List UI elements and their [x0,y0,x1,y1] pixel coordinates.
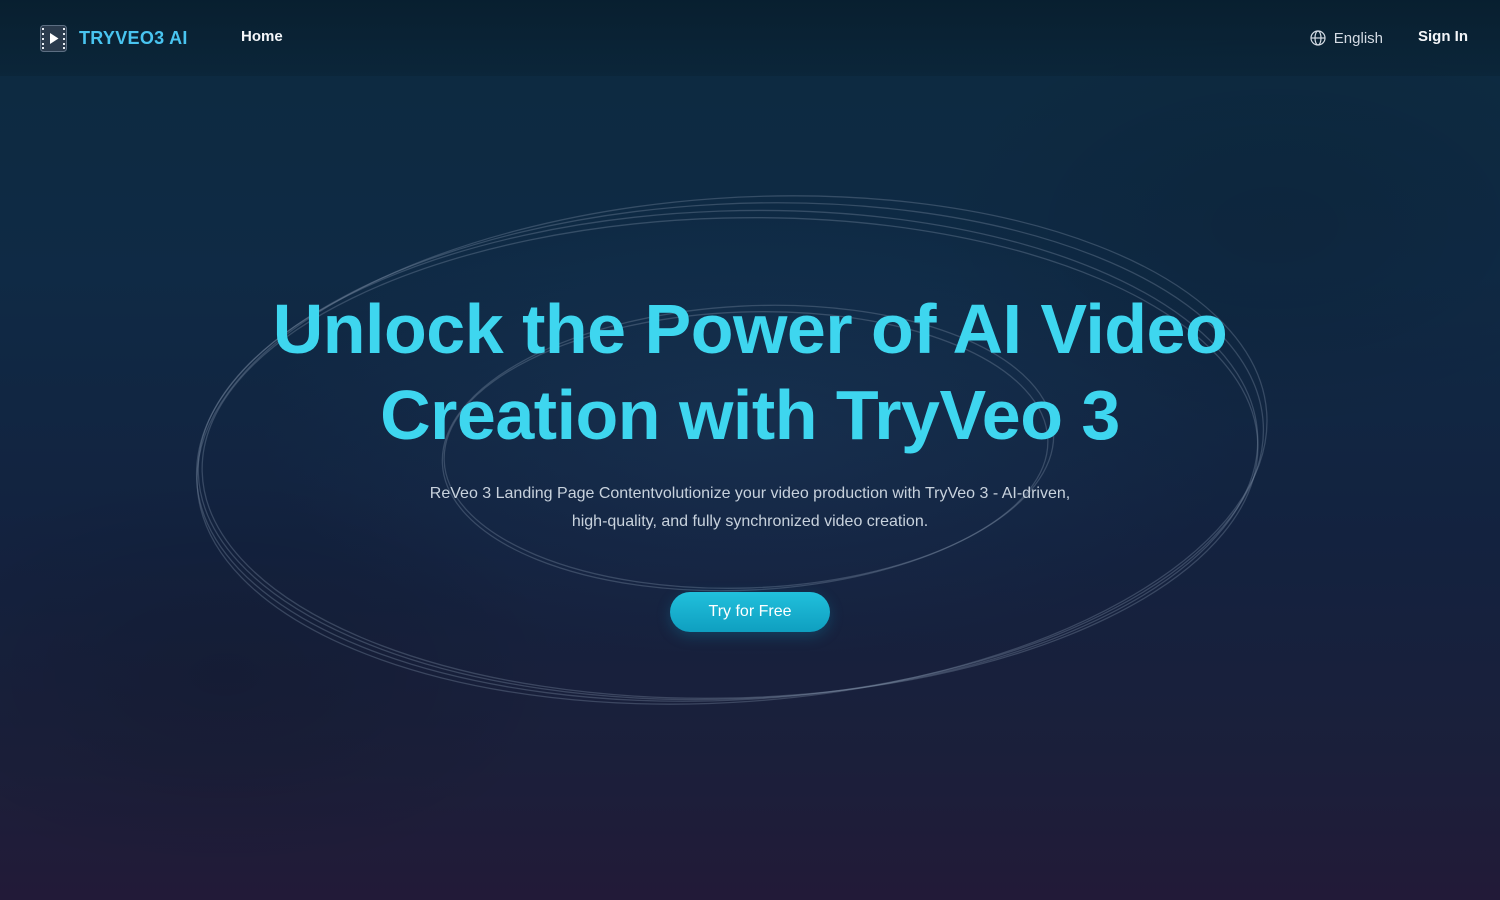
globe-icon [1310,30,1326,46]
brand-logo-link[interactable]: TRYVEO3 AI [40,24,188,52]
hero-title: Unlock the Power of AI Video Creation wi… [150,286,1350,458]
nav-home-link[interactable]: Home [241,28,283,45]
hero-title-line1: Unlock the Power of AI Video [272,290,1228,368]
brand-name: TRYVEO3 AI [79,27,188,48]
hero-description: ReVeo 3 Landing Page Contentvolutionize … [429,485,1071,530]
sign-in-link[interactable]: Sign In [1418,28,1468,45]
try-for-free-button[interactable]: Try for Free [670,592,830,632]
film-play-logo-icon [40,24,67,52]
language-selector[interactable]: English [1310,27,1383,49]
top-navbar: TRYVEO3 AI Home English Sign In [0,0,1500,76]
hero-title-line2: Creation with TryVeo 3 [380,376,1120,454]
language-label: English [1333,29,1383,47]
